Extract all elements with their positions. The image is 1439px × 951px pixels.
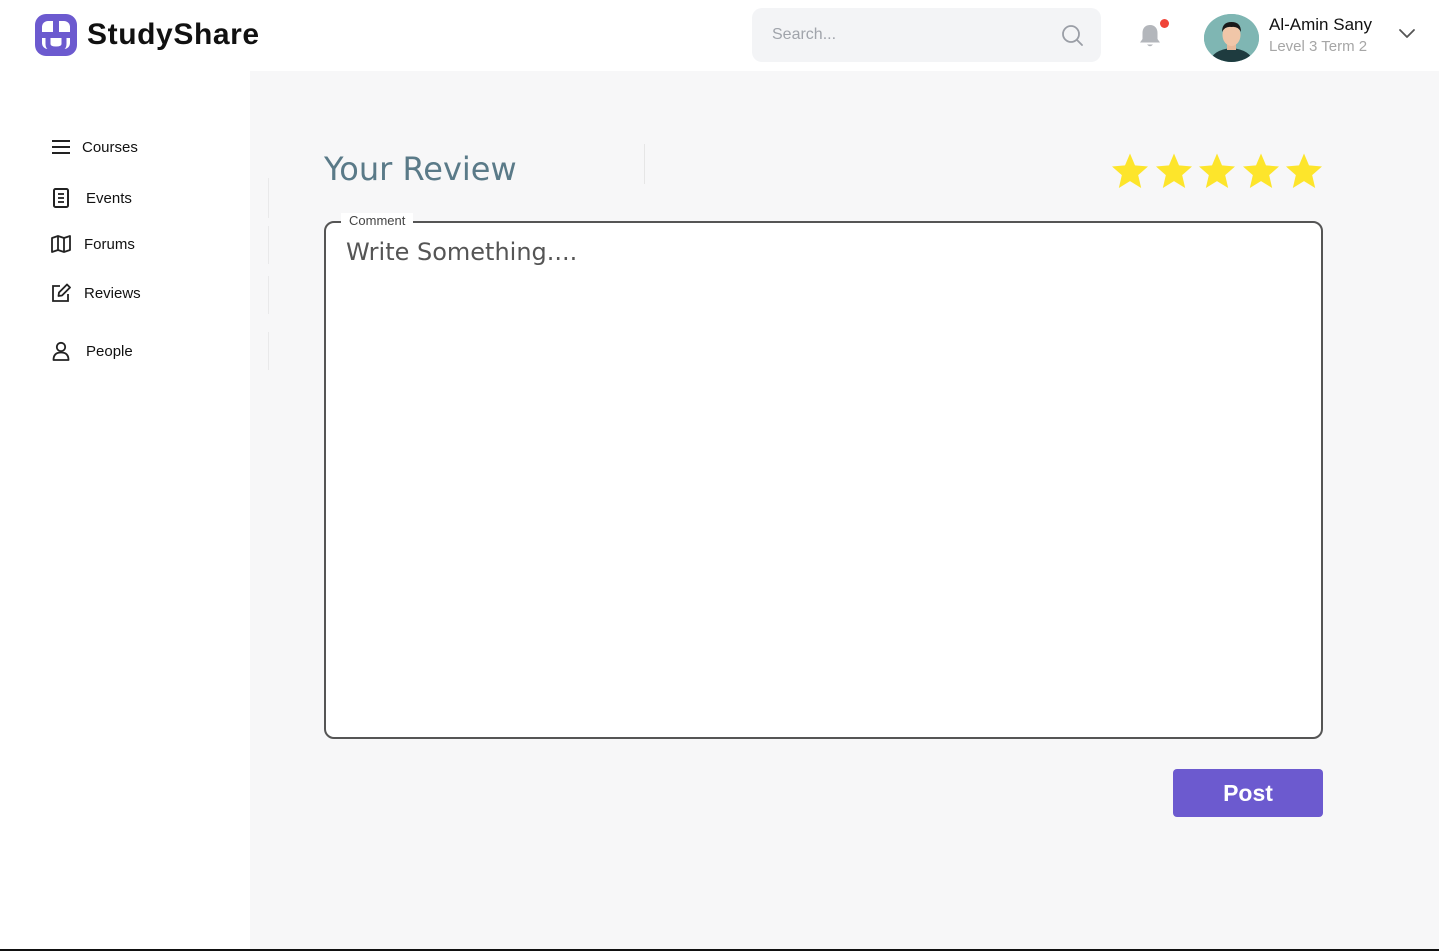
search-input[interactable] bbox=[772, 26, 1052, 44]
comment-label: Comment bbox=[341, 213, 414, 228]
star-icon[interactable] bbox=[1197, 151, 1237, 191]
sidebar-item-label: People bbox=[86, 342, 133, 360]
edit-icon bbox=[50, 282, 72, 304]
person-icon bbox=[50, 340, 72, 362]
notification-button[interactable] bbox=[1137, 19, 1169, 52]
logo[interactable]: StudyShare bbox=[35, 14, 260, 56]
sidebar-item-people[interactable]: People bbox=[50, 340, 133, 362]
user-name: Al-Amin Sany bbox=[1269, 15, 1372, 34]
star-icon[interactable] bbox=[1241, 151, 1281, 191]
document-icon bbox=[50, 187, 72, 209]
bell-icon bbox=[1140, 25, 1160, 47]
sidebar-item-label: Reviews bbox=[84, 284, 141, 302]
user-level: Level 3 Term 2 bbox=[1269, 38, 1368, 55]
star-icon[interactable] bbox=[1154, 151, 1194, 191]
star-icon[interactable] bbox=[1110, 151, 1150, 191]
divider bbox=[268, 226, 269, 264]
sidebar-item-label: Courses bbox=[82, 138, 138, 156]
sidebar-item-events[interactable]: Events bbox=[50, 187, 132, 209]
divider bbox=[268, 276, 269, 314]
app-root: StudyShare Al-Amin Sa bbox=[0, 0, 1439, 951]
top-header: StudyShare Al-Amin Sa bbox=[0, 0, 1439, 71]
map-icon bbox=[50, 233, 72, 255]
chevron-down-icon[interactable] bbox=[1397, 26, 1417, 40]
search-icon[interactable] bbox=[1061, 24, 1083, 46]
star-icon[interactable] bbox=[1284, 151, 1324, 191]
sidebar-item-courses[interactable]: Courses bbox=[50, 136, 138, 158]
sidebar-item-reviews[interactable]: Reviews bbox=[50, 282, 141, 304]
notification-badge bbox=[1160, 19, 1169, 28]
avatar-image bbox=[1204, 14, 1259, 62]
menu-icon bbox=[50, 136, 72, 158]
app-name: StudyShare bbox=[87, 18, 260, 51]
page-title: Your Review bbox=[324, 150, 517, 188]
sidebar-item-forums[interactable]: Forums bbox=[50, 233, 135, 255]
divider bbox=[268, 332, 269, 370]
sidebar-item-label: Events bbox=[86, 189, 132, 207]
comment-textarea[interactable] bbox=[346, 238, 1306, 718]
divider bbox=[644, 144, 645, 184]
post-button[interactable]: Post bbox=[1173, 769, 1323, 817]
divider bbox=[268, 178, 269, 218]
star-rating[interactable] bbox=[1110, 151, 1328, 191]
search-bar bbox=[752, 8, 1101, 62]
avatar[interactable] bbox=[1204, 14, 1259, 62]
sidebar-item-label: Forums bbox=[84, 235, 135, 253]
logo-icon bbox=[35, 14, 77, 56]
